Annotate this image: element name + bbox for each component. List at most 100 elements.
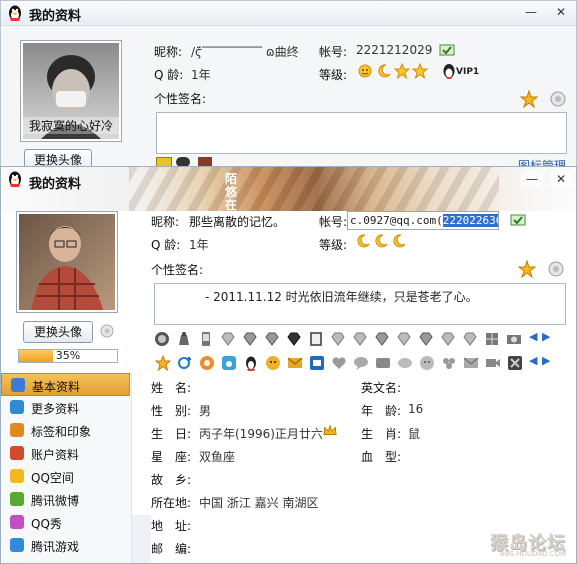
sidebar-item[interactable]: 腾讯微博 (1, 488, 130, 511)
sidebar-item[interactable]: 腾讯游戏 (1, 534, 130, 557)
mailbox-app-icon[interactable] (287, 355, 303, 371)
copy-account-icon[interactable] (439, 42, 455, 58)
badge-diamond-icon[interactable] (264, 331, 280, 347)
app-store-icon[interactable] (375, 355, 391, 371)
level-label: 等级: (319, 68, 348, 82)
badge-emoji-icon[interactable] (154, 331, 170, 347)
field-label: 性 别: (151, 404, 192, 418)
badge-diamond-icon[interactable] (418, 331, 434, 347)
profile-window-front: 陌 悠 在 我的资料 — ✕ 更换头像 35% 昵称: 那些离散的记忆。 帐号:… (0, 166, 577, 564)
nickname-label: 昵称: (151, 215, 180, 229)
account-number-selected[interactable]: 2220226363 (442, 214, 498, 227)
avatar-caption: 我寂寞的心好冷 (23, 117, 119, 134)
houdao-watermark-logo: 猴岛论坛 BBS.HOUDAO.COM (474, 529, 570, 561)
scroll-right-arrow-icon[interactable]: ▶ (542, 330, 550, 343)
mail-app-icon[interactable] (463, 355, 479, 371)
qq-penguin-icon (9, 5, 21, 21)
nickname-value: 那些离散的记忆。 (189, 215, 286, 229)
qqshow-icon (10, 515, 24, 529)
header-art-text: 陌 悠 在 (225, 172, 238, 212)
moon-level-icon (375, 234, 388, 248)
profile-card-icon (11, 378, 25, 392)
title-bar[interactable]: 陌 悠 在 我的资料 — ✕ (1, 167, 576, 212)
crown-icon (323, 424, 337, 435)
app-icon-row: ◀ ▶ (151, 353, 576, 373)
sidebar-item[interactable]: 更多资料 (1, 396, 130, 419)
avatar[interactable] (16, 211, 118, 313)
qzone-star-icon[interactable] (155, 355, 171, 371)
level-label: 等级: (319, 238, 348, 252)
watermark-sub: BBS.HOUDAO.COM (500, 550, 566, 558)
star-level-icon (412, 63, 428, 79)
badge-cube-icon[interactable] (484, 331, 500, 347)
close-button[interactable]: ✕ (550, 170, 572, 188)
badge-diamond-icon[interactable] (330, 331, 346, 347)
dark-app-icon[interactable] (507, 355, 523, 371)
field-label: 星 座: (151, 450, 192, 464)
badge-diamond-icon[interactable] (352, 331, 368, 347)
badge-diamond-icon[interactable] (286, 331, 302, 347)
settings-gray-icon[interactable] (547, 260, 565, 278)
qplus-icon[interactable] (177, 355, 193, 371)
sidebar-item[interactable]: 账户资料 (1, 442, 130, 465)
field-value: 鼠 (408, 427, 421, 441)
account-field[interactable]: c.0927@qq.com(2220226363) (347, 211, 499, 230)
avatar[interactable]: 我寂寞的心好冷 (20, 40, 122, 142)
moon-level-icon (393, 234, 406, 248)
sidebar-item[interactable]: QQ秀 (1, 511, 130, 534)
settings-gray-icon[interactable] (549, 90, 567, 108)
change-avatar-button[interactable]: 更换头像 (23, 321, 93, 343)
minimize-button[interactable]: — (521, 170, 543, 188)
field-label: 血 型: (361, 450, 402, 464)
badge-diamond-icon[interactable] (396, 331, 412, 347)
qzone-star-icon (10, 469, 24, 483)
badge-diamond-icon[interactable] (374, 331, 390, 347)
window-title: 我的资料 (29, 177, 82, 192)
moon-level-icon (357, 234, 370, 248)
close-button[interactable]: ✕ (550, 3, 572, 21)
chat-bubble-icon[interactable] (353, 355, 369, 371)
heart-app-icon[interactable] (331, 355, 347, 371)
mall-app-icon[interactable] (309, 355, 325, 371)
chat-icon[interactable] (397, 355, 413, 371)
field-label: 邮 编: (151, 542, 192, 556)
qzone-star-icon[interactable] (520, 90, 538, 108)
sidebar-item[interactable]: 基本资料 (1, 373, 130, 396)
signature-box[interactable]: - 2011.11.12 时光依旧流年继续，只是苍老了心。 (154, 283, 566, 325)
more-info-icon (10, 400, 24, 414)
badge-diamond-icon[interactable] (462, 331, 478, 347)
avatar-settings-icon[interactable] (98, 322, 116, 340)
qage-label: Q 龄: (151, 238, 181, 252)
clover-app-icon[interactable] (441, 355, 457, 371)
sidebar-item[interactable]: 标签和印象 (1, 419, 130, 442)
badge-diamond-icon[interactable] (440, 331, 456, 347)
copy-account-icon[interactable] (510, 212, 526, 228)
pet-app-icon[interactable] (265, 355, 281, 371)
signature-box[interactable] (156, 112, 567, 154)
face-app-icon[interactable] (419, 355, 435, 371)
qzone-star-icon[interactable] (518, 260, 536, 278)
video-app-icon[interactable] (485, 355, 501, 371)
scroll-right-arrow-icon[interactable]: ▶ (542, 354, 550, 367)
scroll-left-arrow-icon[interactable]: ◀ (529, 354, 537, 367)
sidebar-item-label: 更多资料 (31, 402, 80, 416)
header-art-image (129, 167, 499, 211)
scroll-left-arrow-icon[interactable]: ◀ (529, 330, 537, 343)
title-bar[interactable]: 我的资料 — ✕ (1, 1, 576, 26)
field-value: 丙子年(1996)正月廿六 (199, 427, 323, 441)
minimize-button[interactable]: — (520, 3, 542, 21)
penguin-app-icon[interactable] (243, 355, 259, 371)
music-app-icon[interactable] (221, 355, 237, 371)
badge-diamond-icon[interactable] (220, 331, 236, 347)
sidebar-item-label: 基本资料 (32, 380, 81, 394)
badge-card-icon[interactable] (308, 331, 324, 347)
orange-circle-app-icon[interactable] (199, 355, 215, 371)
badge-money-bag-icon[interactable] (176, 331, 192, 347)
badge-phone-icon[interactable] (198, 331, 214, 347)
badge-diamond-icon[interactable] (242, 331, 258, 347)
badge-camera-icon[interactable] (506, 331, 522, 347)
weibo-icon (10, 492, 24, 506)
sidebar-item[interactable]: QQ空间 (1, 465, 130, 488)
tag-icon (10, 423, 24, 437)
vip-penguin-icon[interactable] (441, 63, 457, 79)
